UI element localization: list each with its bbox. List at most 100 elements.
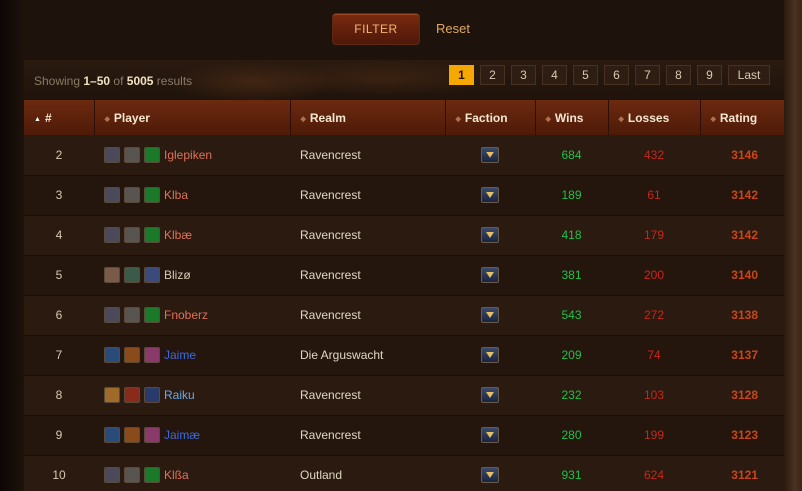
table-row: 3 Klba Ravencrest 189 61 3142 xyxy=(24,175,784,216)
summary-range: 1–50 xyxy=(83,74,111,88)
player-name-link[interactable]: Blizø xyxy=(164,268,191,282)
class-icon xyxy=(104,227,120,243)
class-icon xyxy=(104,267,120,283)
sort-icon: ◆ xyxy=(618,115,624,123)
losses-cell: 272 xyxy=(608,295,700,336)
race-icon xyxy=(124,267,140,283)
spec-icon xyxy=(144,227,160,243)
table-row: 10 Klßa Outland 931 624 3121 xyxy=(24,455,784,491)
faction-cell xyxy=(445,415,535,456)
losses-cell: 61 xyxy=(608,175,700,216)
page-button-7[interactable]: 7 xyxy=(635,65,660,85)
page-button-4[interactable]: 4 xyxy=(542,65,567,85)
wins-cell: 280 xyxy=(535,415,608,456)
spec-icon xyxy=(144,307,160,323)
alliance-faction-icon xyxy=(481,187,499,203)
faction-cell xyxy=(445,455,535,491)
player-name-link[interactable]: Raiku xyxy=(164,388,195,402)
rating-cell: 3138 xyxy=(700,295,784,336)
player-name-link[interactable]: Jaimæ xyxy=(164,428,200,442)
page-button-8[interactable]: 8 xyxy=(666,65,691,85)
column-label-wins: Wins xyxy=(554,110,584,125)
column-header-player[interactable]: ◆ Player xyxy=(94,100,291,135)
rating-cell: 3142 xyxy=(700,175,784,216)
wins-cell: 381 xyxy=(535,255,608,296)
filter-button[interactable]: FILTER xyxy=(332,13,420,45)
spec-icon xyxy=(144,267,160,283)
rating-cell: 3128 xyxy=(700,375,784,416)
realm-cell: Ravencrest xyxy=(290,135,445,176)
rank-cell: 2 xyxy=(24,135,94,176)
summary-total: 5005 xyxy=(126,74,154,88)
realm-cell: Ravencrest xyxy=(290,415,445,456)
page-button-6[interactable]: 6 xyxy=(604,65,629,85)
sort-icon: ◆ xyxy=(104,115,110,123)
page-button-5[interactable]: 5 xyxy=(573,65,598,85)
faction-cell xyxy=(445,255,535,296)
alliance-faction-icon xyxy=(481,427,499,443)
player-cell: Jaime xyxy=(94,335,290,376)
leaderboard-panel: FILTER Reset Showing 1–50 of 5005 result… xyxy=(24,0,784,491)
table-row: 8 Raiku Ravencrest 232 103 3128 xyxy=(24,375,784,416)
faction-cell xyxy=(445,295,535,336)
faction-cell xyxy=(445,175,535,216)
losses-cell: 199 xyxy=(608,415,700,456)
player-cell: Fnoberz xyxy=(94,295,290,336)
player-name-link[interactable]: Klba xyxy=(164,188,188,202)
page-button-3[interactable]: 3 xyxy=(511,65,536,85)
player-cell: Blizø xyxy=(94,255,290,296)
losses-cell: 74 xyxy=(608,335,700,376)
column-header-realm[interactable]: ◆ Realm xyxy=(290,100,446,135)
wins-cell: 931 xyxy=(535,455,608,491)
wins-cell: 209 xyxy=(535,335,608,376)
table-header-row: ▲ # ◆ Player ◆ Realm ◆ Faction ◆ Wins ◆ Losses… xyxy=(24,100,784,135)
alliance-faction-icon xyxy=(481,307,499,323)
realm-cell: Ravencrest xyxy=(290,295,445,336)
losses-cell: 200 xyxy=(608,255,700,296)
player-name-link[interactable]: Klbæ xyxy=(164,228,192,242)
filter-bar: FILTER Reset xyxy=(24,0,784,60)
table-row: 4 Klbæ Ravencrest 418 179 3142 xyxy=(24,215,784,256)
column-header-rank[interactable]: ▲ # xyxy=(24,100,95,135)
rank-cell: 3 xyxy=(24,175,94,216)
pager: 1 2 3 4 5 6 7 8 9 Last xyxy=(449,65,770,85)
class-icon xyxy=(104,307,120,323)
page-button-9[interactable]: 9 xyxy=(697,65,722,85)
column-header-rating[interactable]: ◆ Rating xyxy=(700,100,784,135)
realm-cell: Ravencrest xyxy=(290,215,445,256)
page-button-last[interactable]: Last xyxy=(728,65,770,85)
player-cell: Raiku xyxy=(94,375,290,416)
player-cell: Jaimæ xyxy=(94,415,290,456)
player-name-link[interactable]: Iglepiken xyxy=(164,148,212,162)
player-name-link[interactable]: Fnoberz xyxy=(164,308,208,322)
page-button-2[interactable]: 2 xyxy=(480,65,505,85)
player-name-link[interactable]: Jaime xyxy=(164,348,196,362)
rating-cell: 3142 xyxy=(700,215,784,256)
column-header-faction[interactable]: ◆ Faction xyxy=(445,100,536,135)
table-row: 6 Fnoberz Ravencrest 543 272 3138 xyxy=(24,295,784,336)
race-icon xyxy=(124,387,140,403)
right-page-border xyxy=(784,0,802,491)
sort-ascending-icon: ▲ xyxy=(34,115,41,123)
leaderboard-table: ▲ # ◆ Player ◆ Realm ◆ Faction ◆ Wins ◆ Losses… xyxy=(24,100,784,491)
realm-cell: Ravencrest xyxy=(290,375,445,416)
page-button-1[interactable]: 1 xyxy=(449,65,474,85)
player-name-link[interactable]: Klßa xyxy=(164,468,189,482)
player-cell: Klbæ xyxy=(94,215,290,256)
left-page-border xyxy=(0,0,24,491)
class-icon xyxy=(104,467,120,483)
reset-link[interactable]: Reset xyxy=(436,21,470,36)
summary-of: of xyxy=(110,74,127,88)
race-icon xyxy=(124,427,140,443)
column-header-wins[interactable]: ◆ Wins xyxy=(535,100,609,135)
alliance-faction-icon xyxy=(481,227,499,243)
alliance-faction-icon xyxy=(481,387,499,403)
pagination-bar: Showing 1–50 of 5005 results 1 2 3 4 5 6 7 8 9 La… xyxy=(24,60,784,100)
spec-icon xyxy=(144,146,160,163)
sort-icon: ◆ xyxy=(545,115,551,123)
table-row: 2 Iglepiken Ravencrest 684 432 3146 xyxy=(24,135,784,176)
column-header-losses[interactable]: ◆ Losses xyxy=(608,100,701,135)
table-row: 5 Blizø Ravencrest 381 200 3140 xyxy=(24,255,784,296)
rank-cell: 6 xyxy=(24,295,94,336)
rank-cell: 9 xyxy=(24,415,94,456)
